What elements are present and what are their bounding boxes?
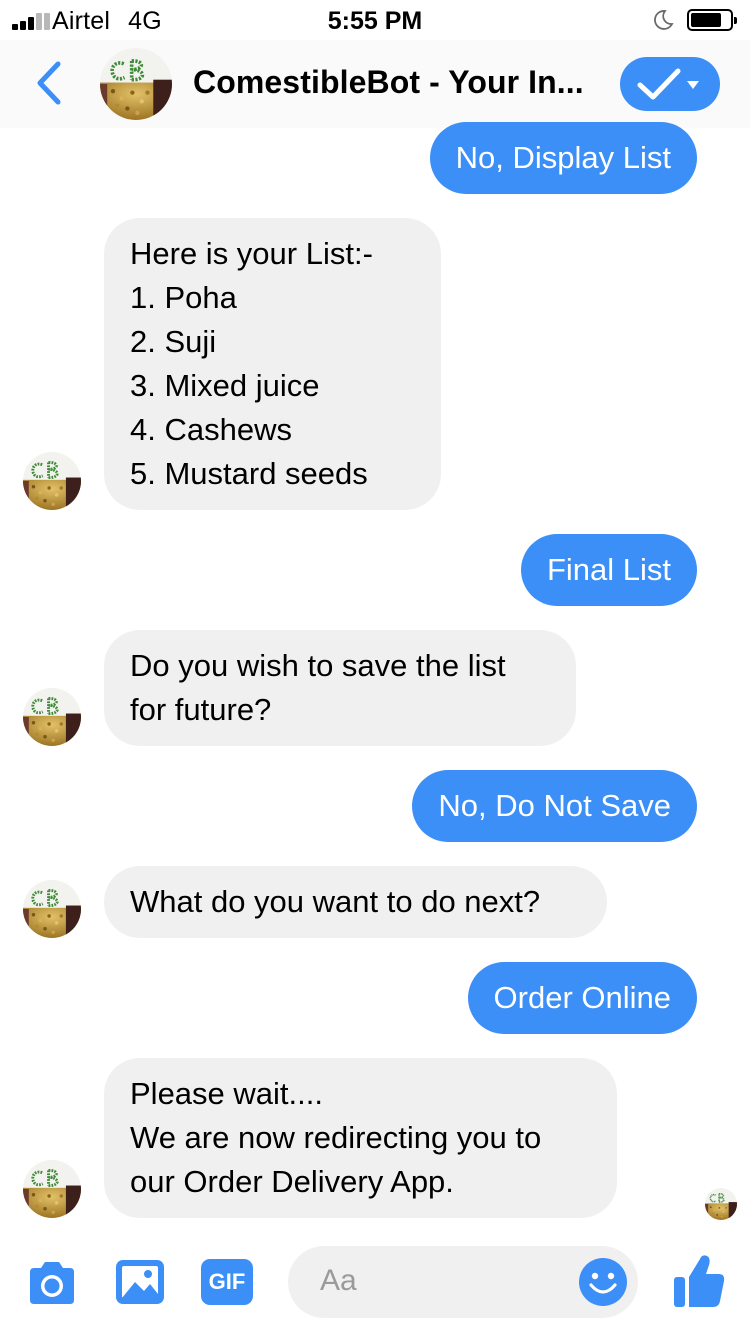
outgoing-message[interactable]: No, Display List [429, 122, 697, 194]
camera-icon[interactable] [26, 1260, 78, 1306]
message-input-placeholder: Aa [320, 1264, 357, 1297]
battery-icon [687, 9, 737, 31]
checkmark-dropdown-button[interactable] [620, 57, 720, 111]
gif-icon[interactable]: GIF [201, 1259, 253, 1305]
conversation-title[interactable]: ComestibleBot - Your In... [193, 64, 584, 101]
incoming-message[interactable]: What do you want to do next? [104, 866, 607, 938]
incoming-message[interactable]: Do you wish to save the list for future? [104, 630, 576, 746]
thumbs-up-icon[interactable] [672, 1253, 726, 1309]
bot-avatar[interactable] [23, 880, 81, 938]
emoji-icon[interactable] [578, 1257, 628, 1307]
do-not-disturb-icon [654, 10, 674, 30]
bot-avatar[interactable] [23, 1160, 81, 1218]
incoming-message[interactable]: Here is your List:- 1. Poha 2. Suji 3. M… [104, 218, 441, 510]
incoming-message[interactable]: Please wait.... We are now redirecting y… [104, 1058, 617, 1218]
chevron-left-icon[interactable] [34, 60, 64, 106]
status-time: 5:55 PM [327, 7, 423, 35]
outgoing-message[interactable]: No, Do Not Save [412, 770, 697, 842]
checkmark-dropdown-icon [637, 68, 699, 100]
bot-avatar[interactable] [23, 688, 81, 746]
bot-avatar[interactable] [23, 452, 81, 510]
seen-receipt-avatar [705, 1188, 737, 1220]
message-composer: GIF Aa [0, 1234, 750, 1334]
outgoing-message[interactable]: Order Online [467, 962, 697, 1034]
status-bar: Airtel 4G 5:55 PM [0, 0, 750, 40]
conversation-header: ComestibleBot - Your In... [0, 40, 750, 128]
photo-icon[interactable] [114, 1258, 166, 1306]
bot-avatar[interactable] [100, 48, 172, 120]
outgoing-message[interactable]: Final List [520, 534, 697, 606]
